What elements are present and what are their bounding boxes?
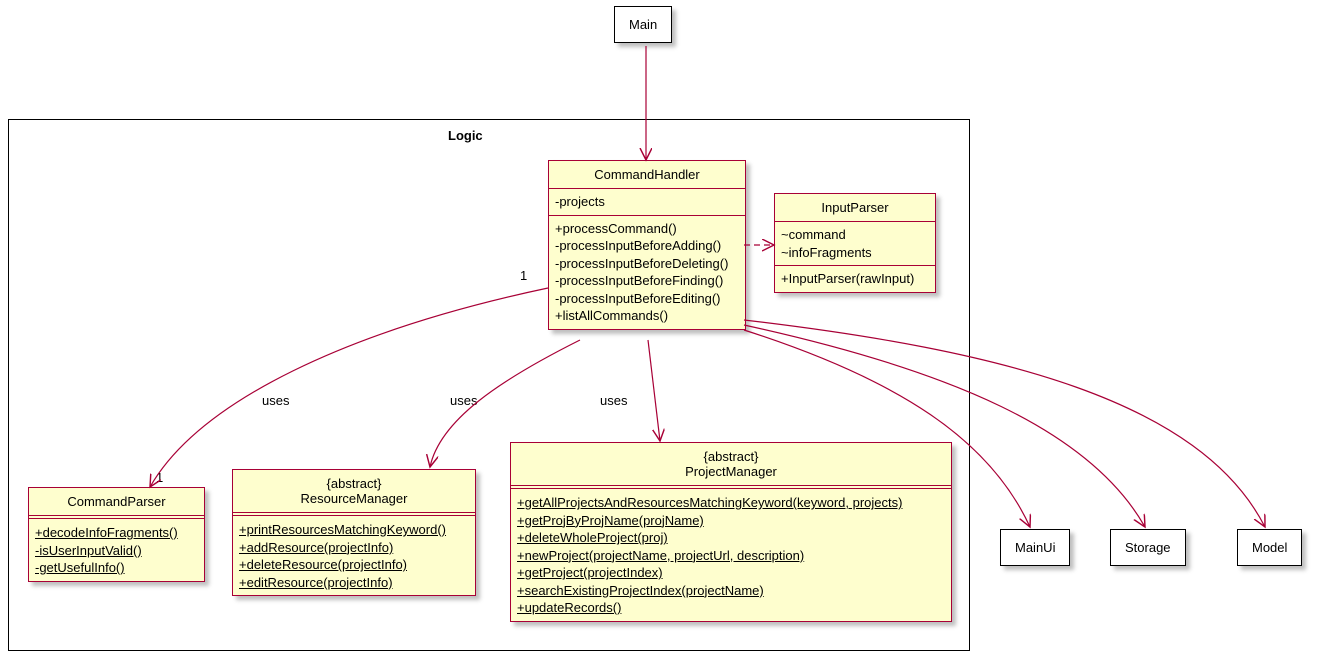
class-inputparser-attrs: ~command ~infoFragments <box>775 221 935 265</box>
op: -processInputBeforeDeleting() <box>555 255 739 273</box>
op: +printResourcesMatchingKeyword() <box>239 521 469 539</box>
class-projectmanager-ops: +getAllProjectsAndResourcesMatchingKeywo… <box>511 485 951 621</box>
node-main: Main <box>614 6 672 43</box>
attr: -projects <box>555 193 739 211</box>
class-projectmanager: {abstract} ProjectManager +getAllProject… <box>510 442 952 622</box>
stereo: {abstract} <box>521 449 941 464</box>
class-projectmanager-title: {abstract} ProjectManager <box>511 443 951 485</box>
op: -processInputBeforeAdding() <box>555 237 739 255</box>
op: +getAllProjectsAndResourcesMatchingKeywo… <box>517 494 945 512</box>
attr: ~infoFragments <box>781 244 929 262</box>
edge-label-uses-3: uses <box>600 393 627 408</box>
op: -processInputBeforeEditing() <box>555 290 739 308</box>
node-storage-label: Storage <box>1125 540 1171 555</box>
node-mainui-label: MainUi <box>1015 540 1055 555</box>
attr: ~command <box>781 226 929 244</box>
node-model-label: Model <box>1252 540 1287 555</box>
class-inputparser-ops: +InputParser(rawInput) <box>775 265 935 292</box>
stereo: {abstract} <box>243 476 465 491</box>
title-text: ResourceManager <box>301 491 408 506</box>
node-main-label: Main <box>629 17 657 32</box>
class-commandhandler-ops: +processCommand() -processInputBeforeAdd… <box>549 215 745 329</box>
op: +deleteResource(projectInfo) <box>239 556 469 574</box>
edge-mult-1b: 1 <box>156 470 163 485</box>
class-resourcemanager: {abstract} ResourceManager +printResourc… <box>232 469 476 596</box>
edge-label-uses-1: uses <box>262 393 289 408</box>
class-resourcemanager-title: {abstract} ResourceManager <box>233 470 475 512</box>
op: +updateRecords() <box>517 599 945 617</box>
class-inputparser: InputParser ~command ~infoFragments +Inp… <box>774 193 936 293</box>
node-model: Model <box>1237 529 1302 566</box>
edge-label-uses-2: uses <box>450 393 477 408</box>
op: +getProjByProjName(projName) <box>517 512 945 530</box>
title-text: ProjectManager <box>685 464 777 479</box>
op: -isUserInputValid() <box>35 542 198 560</box>
op: +editResource(projectInfo) <box>239 574 469 592</box>
class-commandparser-ops: +decodeInfoFragments() -isUserInputValid… <box>29 515 204 581</box>
op: +addResource(projectInfo) <box>239 539 469 557</box>
op: +listAllCommands() <box>555 307 739 325</box>
op: +decodeInfoFragments() <box>35 524 198 542</box>
op: -processInputBeforeFinding() <box>555 272 739 290</box>
op: +searchExistingProjectIndex(projectName) <box>517 582 945 600</box>
op: +deleteWholeProject(proj) <box>517 529 945 547</box>
op: +newProject(projectName, projectUrl, des… <box>517 547 945 565</box>
op: +InputParser(rawInput) <box>781 270 929 288</box>
class-inputparser-title: InputParser <box>775 194 935 221</box>
class-commandparser-title: CommandParser <box>29 488 204 515</box>
op: -getUsefulInfo() <box>35 559 198 577</box>
node-storage: Storage <box>1110 529 1186 566</box>
op: +processCommand() <box>555 220 739 238</box>
op: +getProject(projectIndex) <box>517 564 945 582</box>
diagram-canvas: Logic Main MainUi Storage Model CommandH… <box>0 0 1326 655</box>
class-commandhandler-attrs: -projects <box>549 188 745 215</box>
edge-mult-1a: 1 <box>520 268 527 283</box>
package-logic-label: Logic <box>448 128 483 143</box>
class-commandhandler-title: CommandHandler <box>549 161 745 188</box>
class-commandparser: CommandParser +decodeInfoFragments() -is… <box>28 487 205 582</box>
class-resourcemanager-ops: +printResourcesMatchingKeyword() +addRes… <box>233 512 475 595</box>
node-mainui: MainUi <box>1000 529 1070 566</box>
class-commandhandler: CommandHandler -projects +processCommand… <box>548 160 746 330</box>
